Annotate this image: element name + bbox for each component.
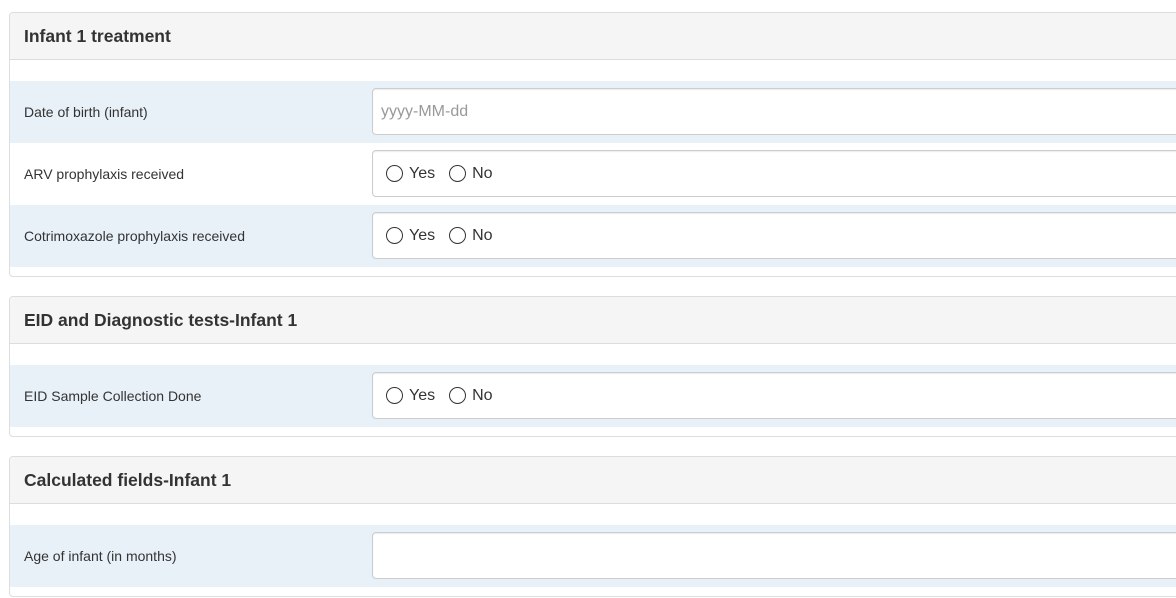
date-of-birth-field bbox=[372, 88, 1176, 135]
radio-option-yes[interactable]: Yes bbox=[386, 387, 435, 405]
radio-button-icon[interactable] bbox=[449, 227, 467, 244]
form-row-cotrimoxazole-prophylaxis: Cotrimoxazole prophylaxis received Yes N… bbox=[10, 205, 1176, 267]
radio-label: Yes bbox=[409, 386, 436, 404]
form-row-eid-sample-collection: EID Sample Collection Done Yes No bbox=[10, 365, 1176, 427]
radio-option-no[interactable]: No bbox=[449, 164, 493, 183]
form-row-age-of-infant: Age of infant (in months) bbox=[10, 525, 1176, 587]
radio-button-icon[interactable] bbox=[449, 387, 467, 404]
field-label: Cotrimoxazole prophylaxis received bbox=[24, 228, 245, 244]
radio-option-no[interactable]: No bbox=[449, 386, 493, 405]
section-title: Infant 1 treatment bbox=[10, 13, 1176, 60]
section-eid-diagnostic-tests: EID and Diagnostic tests-Infant 1 EID Sa… bbox=[9, 296, 1176, 437]
radio-label: No bbox=[472, 226, 493, 244]
field-label: EID Sample Collection Done bbox=[24, 388, 202, 404]
section-infant-treatment: Infant 1 treatment Date of birth (infant… bbox=[9, 12, 1176, 277]
radio-option-yes[interactable]: Yes bbox=[386, 227, 435, 245]
age-of-infant-input[interactable] bbox=[373, 533, 1176, 578]
field-label: Date of birth (infant) bbox=[24, 104, 148, 120]
radio-label: Yes bbox=[409, 164, 436, 182]
field-label: Age of infant (in months) bbox=[24, 548, 177, 564]
form-page: Infant 1 treatment Date of birth (infant… bbox=[0, 0, 1176, 598]
radio-label: No bbox=[472, 164, 493, 182]
date-of-birth-input[interactable] bbox=[373, 89, 1176, 134]
radio-button-icon[interactable] bbox=[386, 227, 403, 244]
radio-label: Yes bbox=[409, 226, 436, 244]
form-row-arv-prophylaxis: ARV prophylaxis received Yes No bbox=[10, 143, 1176, 205]
radio-option-no[interactable]: No bbox=[449, 226, 493, 245]
section-body: Age of infant (in months) bbox=[10, 504, 1176, 596]
form-row-date-of-birth: Date of birth (infant) bbox=[10, 81, 1176, 143]
radio-label: No bbox=[472, 386, 493, 404]
eid-sample-collection-field: Yes No bbox=[372, 372, 1176, 419]
radio-option-yes[interactable]: Yes bbox=[386, 165, 435, 183]
radio-button-icon[interactable] bbox=[449, 165, 467, 182]
section-body: EID Sample Collection Done Yes No bbox=[10, 344, 1176, 436]
section-title: EID and Diagnostic tests-Infant 1 bbox=[10, 297, 1176, 344]
section-title: Calculated fields-Infant 1 bbox=[10, 457, 1176, 504]
field-label: ARV prophylaxis received bbox=[24, 166, 185, 182]
section-body: Date of birth (infant) ARV prophylaxis r… bbox=[10, 60, 1176, 276]
radio-button-icon[interactable] bbox=[386, 387, 403, 404]
age-of-infant-field bbox=[372, 532, 1176, 579]
arv-prophylaxis-field: Yes No bbox=[372, 150, 1176, 197]
radio-group: Yes No bbox=[373, 213, 1176, 258]
radio-button-icon[interactable] bbox=[386, 165, 403, 182]
cotrimoxazole-prophylaxis-field: Yes No bbox=[372, 212, 1176, 259]
radio-group: Yes No bbox=[373, 373, 1176, 418]
radio-group: Yes No bbox=[373, 151, 1176, 196]
section-calculated-fields: Calculated fields-Infant 1 Age of infant… bbox=[9, 456, 1176, 597]
